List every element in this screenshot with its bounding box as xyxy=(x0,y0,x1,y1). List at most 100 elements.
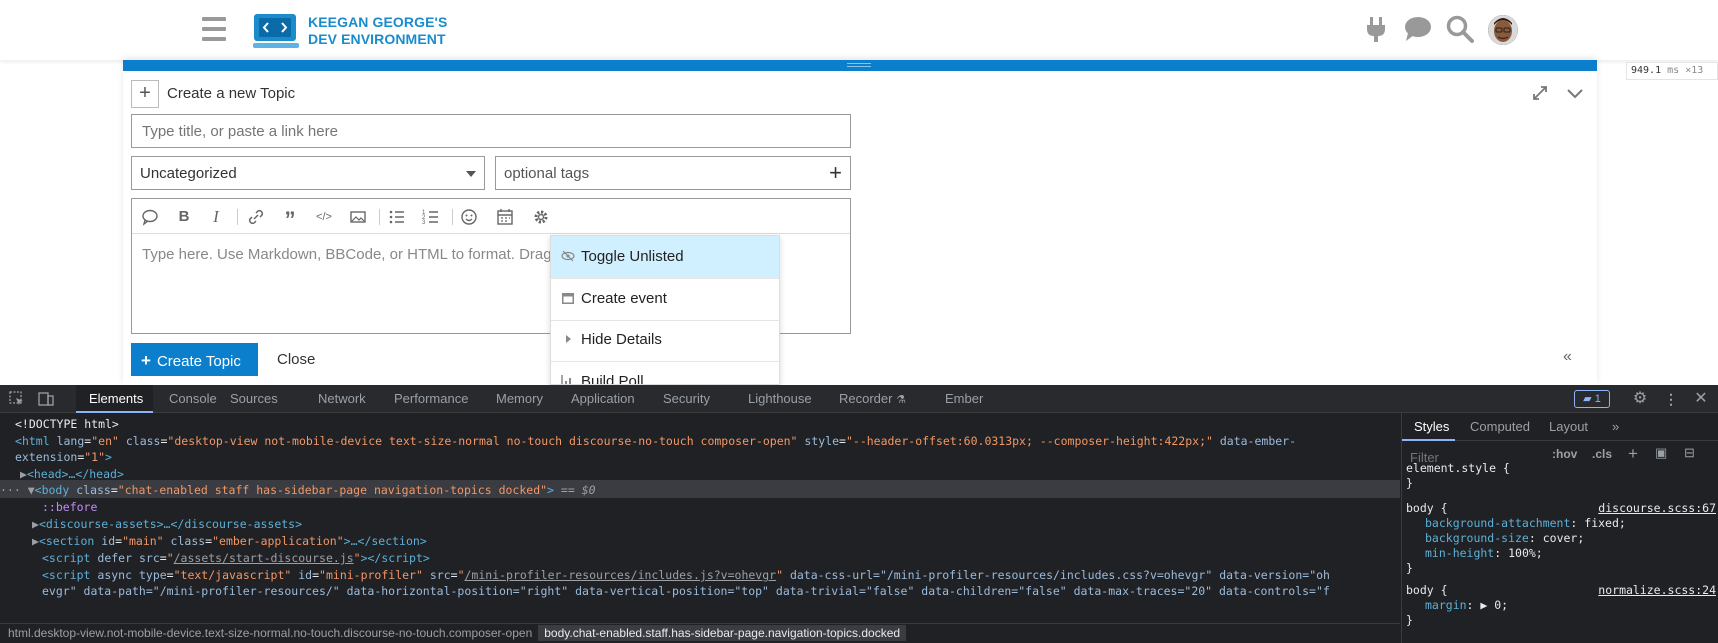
dom-script-start[interactable]: <script defer src="/assets/start-discour… xyxy=(42,549,430,567)
tab-elements[interactable]: Elements xyxy=(89,391,143,406)
profiler-count: ×13 xyxy=(1685,65,1704,76)
dom-html-open-cont: extension="1"> xyxy=(15,450,112,464)
styles-pane: Styles Computed Layout » :hov .cls + ▣ ⊟… xyxy=(1401,413,1718,643)
chevron-down-icon[interactable] xyxy=(1564,82,1586,104)
plus-icon: + xyxy=(141,351,151,370)
create-topic-button[interactable]: + Create Topic xyxy=(131,343,258,376)
profiler-unit: ms xyxy=(1667,65,1680,76)
rule2-source-link[interactable]: normalize.scss:24 xyxy=(1598,583,1716,597)
tab-console[interactable]: Console xyxy=(169,391,217,406)
chart-icon xyxy=(561,375,571,384)
category-selector[interactable]: Uncategorized xyxy=(131,156,485,190)
more-tabs-icon[interactable]: » xyxy=(1612,419,1619,434)
bullet-list-icon[interactable] xyxy=(387,207,407,227)
dom-before[interactable]: ::before xyxy=(42,498,97,516)
speech-bubble-icon[interactable] xyxy=(140,207,160,227)
site-title[interactable]: KEEGAN GEORGE'S DEV ENVIRONMENT xyxy=(308,14,447,48)
double-chevron-left-icon[interactable]: « xyxy=(1563,348,1572,366)
editor-toolbar: B I ” </> 123 xyxy=(132,199,850,234)
tags-placeholder: optional tags xyxy=(504,165,590,182)
menu-item-build-poll[interactable]: Build Poll xyxy=(551,361,779,385)
hamburger-icon[interactable] xyxy=(202,17,226,43)
logo-icon[interactable] xyxy=(253,13,299,49)
tab-performance[interactable]: Performance xyxy=(394,391,468,406)
calendar-icon[interactable] xyxy=(495,207,515,227)
toolbar-popup-menu: Toggle Unlisted Create event Hide Detail… xyxy=(550,235,780,385)
issues-badge[interactable]: ▰ 1 xyxy=(1574,390,1610,408)
dom-html-open[interactable]: <html lang="en" class="desktop-view not-… xyxy=(15,432,1296,450)
link-icon[interactable] xyxy=(246,207,266,227)
expand-icon[interactable] xyxy=(1529,82,1551,104)
quote-icon[interactable]: ” xyxy=(280,207,300,232)
profiler-time: 949.1 xyxy=(1631,65,1662,76)
dom-doctype[interactable]: <!DOCTYPE html> xyxy=(15,415,119,433)
site-header: KEEGAN GEORGE'S DEV ENVIRONMENT xyxy=(0,0,1718,60)
italic-icon[interactable]: I xyxy=(206,207,226,227)
cls-toggle[interactable]: .cls xyxy=(1592,447,1612,461)
discourse-app: KEEGAN GEORGE'S DEV ENVIRONMENT 949.1 ms… xyxy=(0,0,1718,385)
tab-sources[interactable]: Sources xyxy=(230,391,278,406)
menu-item-toggle-unlisted[interactable]: Toggle Unlisted xyxy=(551,236,779,278)
element-style-rule: element.style {} xyxy=(1406,461,1510,490)
breadcrumb-body[interactable]: body.chat-enabled.staff.has-sidebar-page… xyxy=(538,625,907,641)
toggle-sidebar-icon[interactable]: ⊟ xyxy=(1684,445,1695,461)
category-value: Uncategorized xyxy=(140,165,237,182)
tab-network[interactable]: Network xyxy=(318,391,366,406)
image-icon[interactable] xyxy=(348,207,368,227)
topic-title-input[interactable] xyxy=(131,114,851,148)
site-title-line2: DEV ENVIRONMENT xyxy=(308,31,446,47)
create-topic-label: Create Topic xyxy=(156,353,241,370)
tab-computed[interactable]: Computed xyxy=(1470,419,1530,434)
tab-application[interactable]: Application xyxy=(571,391,635,406)
dom-body-selected[interactable]: ··· ▼<body class="chat-enabled staff has… xyxy=(0,481,596,499)
paint-icon[interactable]: ▣ xyxy=(1655,445,1667,461)
chat-icon[interactable] xyxy=(1403,14,1433,44)
new-rule-icon[interactable]: + xyxy=(1628,444,1638,464)
close-composer-link[interactable]: Close xyxy=(277,351,315,368)
emoji-icon[interactable] xyxy=(459,207,479,227)
tab-recorder[interactable]: Recorder ⚗ xyxy=(839,391,906,406)
tab-lighthouse[interactable]: Lighthouse xyxy=(748,391,812,406)
flask-icon: ⚗ xyxy=(896,394,906,406)
device-toolbar-icon[interactable] xyxy=(37,390,55,408)
numbered-list-icon[interactable]: 123 xyxy=(421,207,441,227)
plus-icon: + xyxy=(829,160,842,185)
calendar-icon xyxy=(562,293,574,304)
gear-icon[interactable]: ⚙ xyxy=(1631,390,1649,408)
dom-section-main[interactable]: ▶<section id="main" class="ember-applica… xyxy=(32,532,427,550)
devtools-tabbar: Elements Console Sources Network Perform… xyxy=(0,385,1718,413)
close-icon[interactable]: ✕ xyxy=(1692,390,1710,408)
caret-down-icon xyxy=(466,171,476,177)
rule1-source-link[interactable]: discourse.scss:67 xyxy=(1598,501,1716,515)
breadcrumb-html[interactable]: html.desktop-view.not-mobile-device.text… xyxy=(8,626,532,640)
eye-slash-icon xyxy=(561,250,575,262)
avatar[interactable] xyxy=(1488,15,1518,45)
menu-item-hide-details[interactable]: Hide Details xyxy=(551,319,779,361)
composer-actions-button[interactable]: + xyxy=(131,80,159,108)
dom-discourse-assets[interactable]: ▶<discourse-assets>…</discourse-assets> xyxy=(32,515,302,533)
composer: + Create a new Topic Uncategorized optio… xyxy=(123,60,1597,385)
menu-item-label: Build Poll xyxy=(581,373,644,385)
menu-item-create-event[interactable]: Create event xyxy=(551,278,779,320)
bold-icon[interactable]: B xyxy=(174,207,194,227)
more-options-icon[interactable]: ⋮ xyxy=(1662,390,1680,408)
tab-memory[interactable]: Memory xyxy=(496,391,543,406)
inspect-element-icon[interactable] xyxy=(8,390,26,408)
gear-icon[interactable] xyxy=(531,207,551,227)
plug-icon[interactable] xyxy=(1361,14,1391,44)
composer-resize-grip[interactable] xyxy=(123,60,1597,71)
menu-item-label: Create event xyxy=(581,290,667,307)
tab-security[interactable]: Security xyxy=(663,391,710,406)
tags-selector[interactable]: optional tags + xyxy=(495,156,851,190)
menu-item-label: Toggle Unlisted xyxy=(581,248,684,265)
tab-styles[interactable]: Styles xyxy=(1414,419,1449,434)
mini-profiler-badge[interactable]: 949.1 ms ×13 xyxy=(1626,62,1718,80)
issues-count: 1 xyxy=(1594,393,1601,405)
search-icon[interactable] xyxy=(1445,14,1475,44)
tab-ember[interactable]: Ember xyxy=(945,391,983,406)
tab-layout[interactable]: Layout xyxy=(1549,419,1588,434)
body-rule-1: body { background-attachment: fixed; bac… xyxy=(1406,501,1626,575)
hov-toggle[interactable]: :hov xyxy=(1552,447,1577,461)
dom-tree: <!DOCTYPE html> <html lang="en" class="d… xyxy=(0,415,1400,623)
code-icon[interactable]: </> xyxy=(314,207,334,227)
